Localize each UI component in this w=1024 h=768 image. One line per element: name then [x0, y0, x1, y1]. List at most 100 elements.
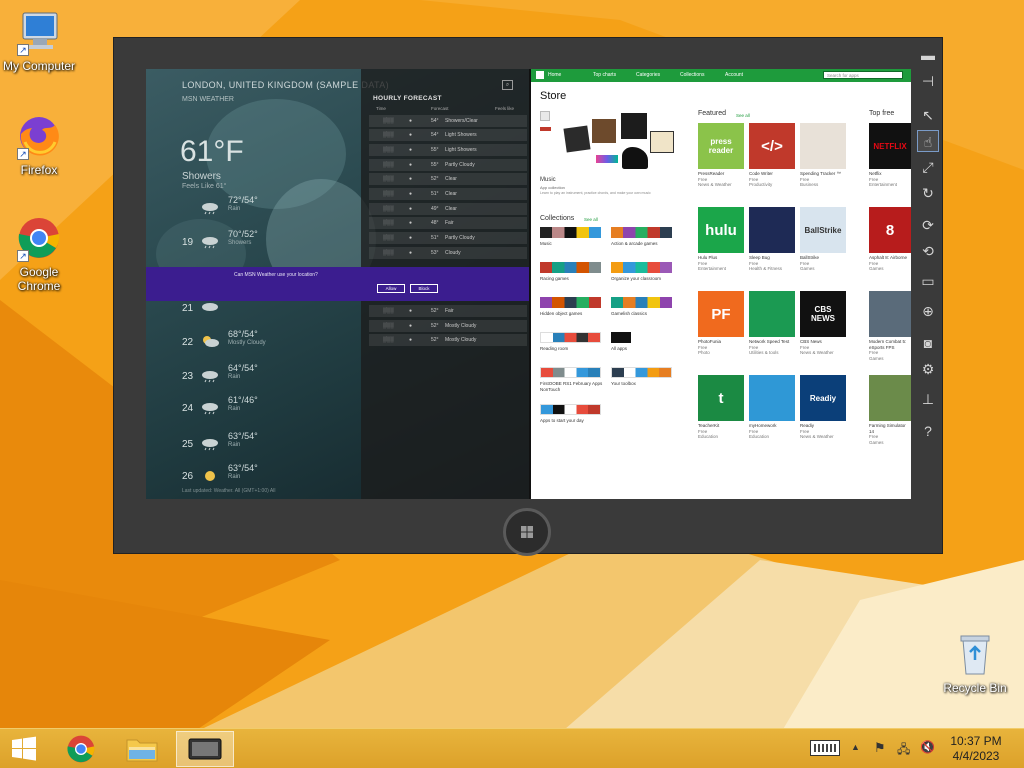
- hourly-row[interactable]: ░░░ ● 52° Mostly Cloudy: [369, 320, 527, 332]
- search-icon[interactable]: ⌕: [502, 80, 513, 90]
- settings-icon[interactable]: ⚙: [917, 358, 939, 380]
- app-tile-label: BallStrike Free Games: [800, 255, 846, 272]
- location-icon[interactable]: ⊕: [917, 300, 939, 322]
- app-tile[interactable]: [869, 291, 911, 337]
- resolution-icon[interactable]: ▭: [917, 270, 939, 292]
- collection-thumbs[interactable]: [540, 367, 601, 378]
- computer-icon: ↗: [15, 8, 63, 56]
- collections-see-all[interactable]: See all: [584, 217, 598, 222]
- collection-label: Music: [540, 241, 552, 246]
- hourly-row[interactable]: ░░░ ● 51° Partly Cloudy: [369, 232, 527, 244]
- collection-thumbs[interactable]: [611, 332, 631, 343]
- volume-muted-icon[interactable]: 🔇: [920, 740, 936, 756]
- minimize-icon[interactable]: ▬: [917, 44, 939, 66]
- rotate-touch-icon[interactable]: ↻: [917, 182, 939, 204]
- hourly-row[interactable]: ░░░ ● 48° Fair: [369, 217, 527, 229]
- nav-home[interactable]: Home: [548, 72, 561, 78]
- taskbar-simulator-button[interactable]: [176, 731, 234, 767]
- daily-forecast-row[interactable]: 72°/54° Rain: [182, 195, 322, 225]
- desktop-icon-google-chrome[interactable]: ↗ Google Chrome: [0, 214, 81, 293]
- pointer-icon[interactable]: ↖: [917, 104, 939, 126]
- collection-thumbs[interactable]: [540, 297, 601, 308]
- action-center-flag-icon[interactable]: ⚑: [874, 740, 890, 756]
- hourly-row[interactable]: ░░░ ● 54° Showers/Clear: [369, 115, 527, 127]
- rotate-counterclockwise-icon[interactable]: ⟲: [917, 240, 939, 262]
- clock[interactable]: 10:37 PM 4/4/2023: [946, 734, 1006, 764]
- allow-button[interactable]: Allow: [377, 284, 405, 293]
- collection-thumbs[interactable]: [540, 262, 601, 273]
- nav-account[interactable]: Account: [725, 72, 743, 78]
- app-tile[interactable]: 8: [869, 207, 911, 253]
- app-tile[interactable]: Readiy: [800, 375, 846, 421]
- daily-forecast-row[interactable]: 23 64°/54° Rain: [182, 363, 322, 393]
- app-tile[interactable]: NETFLIX: [869, 123, 911, 169]
- app-tile[interactable]: hulu: [698, 207, 744, 253]
- app-tile[interactable]: [749, 291, 795, 337]
- app-tile-art: PF: [711, 305, 731, 323]
- featured-heading[interactable]: Featured: [698, 110, 726, 117]
- desktop-icon-firefox[interactable]: ↗ Firefox: [0, 112, 81, 177]
- collection-thumbs[interactable]: [611, 297, 672, 308]
- music-label: Music: [540, 177, 556, 183]
- network-icon[interactable]: ⊥: [917, 388, 939, 410]
- show-hidden-icons-icon[interactable]: ▲: [851, 742, 861, 754]
- simulator-screen[interactable]: LONDON, UNITED KINGDOM (SAMPLE DATA) MSN…: [146, 69, 911, 499]
- rotate-clockwise-icon[interactable]: ⟳: [917, 214, 939, 236]
- hourly-row[interactable]: ░░░ ● 54° Light Showers: [369, 129, 527, 141]
- daily-forecast-row[interactable]: 19 70°/52° Showers: [182, 229, 322, 259]
- hourly-row[interactable]: ░░░ ● 51° Clear: [369, 188, 527, 200]
- touch-icon[interactable]: ☝: [917, 130, 939, 152]
- block-button[interactable]: Block: [410, 284, 438, 293]
- hourly-row[interactable]: ░░░ ● 53° Cloudy: [369, 247, 527, 259]
- start-button[interactable]: [0, 731, 48, 767]
- nav-categories[interactable]: Categories: [636, 72, 660, 78]
- daily-forecast-row[interactable]: 24 61°/46° Rain: [182, 395, 322, 425]
- desktop-icon-recycle-bin[interactable]: Recycle Bin: [933, 630, 1017, 695]
- collections-heading[interactable]: Collections: [540, 215, 574, 222]
- app-tile[interactable]: [749, 375, 795, 421]
- app-tile[interactable]: [749, 207, 795, 253]
- app-tile[interactable]: [869, 375, 911, 421]
- daily-forecast-row[interactable]: 22 68°/54° Mostly Cloudy: [182, 329, 322, 359]
- app-tile[interactable]: </>: [749, 123, 795, 169]
- app-tile[interactable]: PF: [698, 291, 744, 337]
- screenshot-icon[interactable]: ◙: [917, 332, 939, 354]
- network-status-icon[interactable]: 🖧: [897, 740, 913, 756]
- simulator-start-button[interactable]: [503, 508, 551, 556]
- collection-thumbs[interactable]: [540, 404, 601, 415]
- current-condition: Showers: [182, 171, 221, 182]
- taskbar-file-explorer-button[interactable]: [117, 731, 167, 767]
- hourly-row[interactable]: ░░░ ● 49° Clear: [369, 203, 527, 215]
- hourly-row[interactable]: ░░░ ● 52° Mostly Cloudy: [369, 334, 527, 346]
- collection-thumbs[interactable]: [611, 262, 672, 273]
- app-tile-art: NETFLIX: [873, 141, 907, 151]
- nav-top-charts[interactable]: Top charts: [593, 72, 616, 78]
- music-hero-banner[interactable]: [540, 109, 680, 174]
- desktop-icon-my-computer[interactable]: ↗ My Computer: [0, 8, 81, 73]
- touch-keyboard-icon[interactable]: [810, 740, 840, 756]
- taskbar-chrome-button[interactable]: [56, 731, 106, 767]
- hourly-row[interactable]: ░░░ ● 52° Clear: [369, 173, 527, 185]
- collection-thumbs[interactable]: [540, 227, 601, 238]
- collection-label: Apps to start your day: [540, 418, 584, 423]
- nav-collections[interactable]: Collections: [680, 72, 704, 78]
- collection-thumbs[interactable]: [611, 227, 672, 238]
- hourly-row[interactable]: ░░░ ● 55° Partly Cloudy: [369, 159, 527, 171]
- hourly-row[interactable]: ░░░ ● 55° Light Showers: [369, 144, 527, 156]
- collection-thumbs[interactable]: [611, 367, 672, 378]
- app-tile[interactable]: [800, 123, 846, 169]
- pinch-zoom-icon[interactable]: ⤢: [917, 156, 939, 178]
- hourly-row[interactable]: ░░░ ● 52° Fair: [369, 305, 527, 317]
- app-tile[interactable]: press reader: [698, 123, 744, 169]
- collection-thumbs[interactable]: [540, 332, 601, 343]
- store-search-input[interactable]: Search for apps: [823, 71, 903, 79]
- app-tile-label: PressReader Free News & Weather: [698, 171, 744, 188]
- daily-forecast-row[interactable]: 25 63°/54° Rain: [182, 431, 322, 461]
- top-free-heading[interactable]: Top free: [869, 110, 894, 117]
- help-icon[interactable]: ?: [917, 420, 939, 442]
- featured-see-all[interactable]: See all: [736, 113, 750, 118]
- app-tile[interactable]: BallStrike: [800, 207, 846, 253]
- app-tile[interactable]: CBS NEWS: [800, 291, 846, 337]
- pin-icon[interactable]: ⊣: [917, 70, 939, 92]
- app-tile[interactable]: t: [698, 375, 744, 421]
